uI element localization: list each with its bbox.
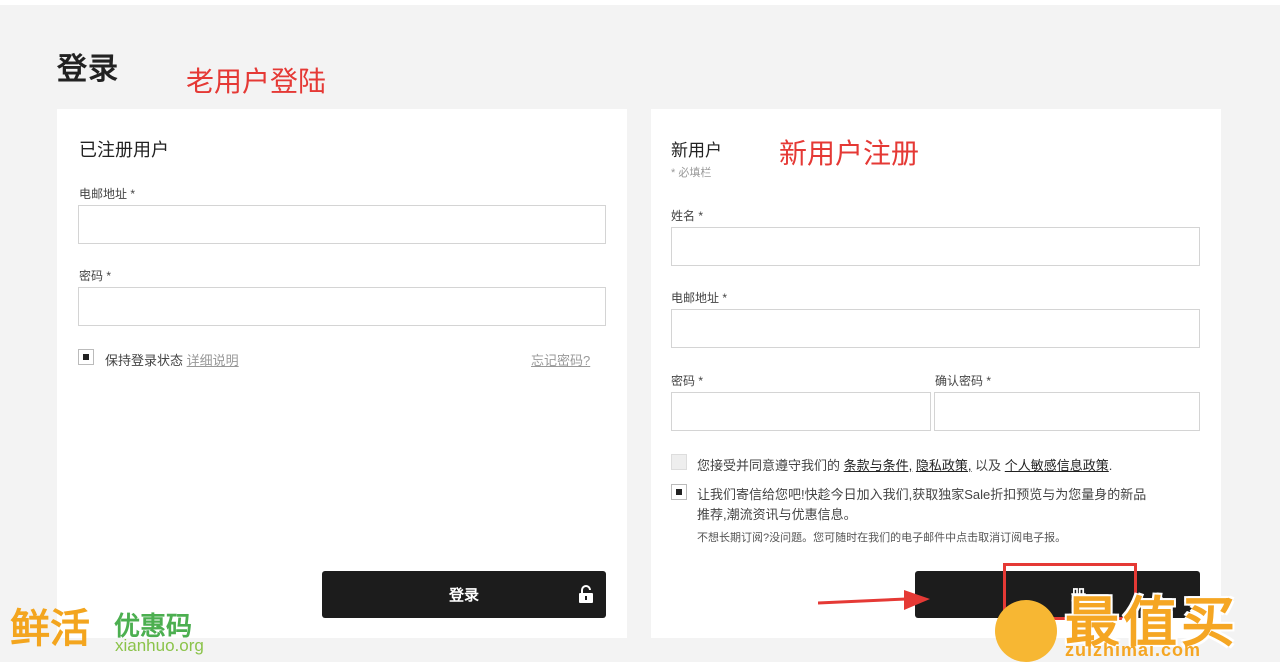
register-email-label: 电邮地址 * — [671, 291, 728, 305]
login-heading: 已注册用户 — [79, 140, 169, 160]
forgot-password-link[interactable]: 忘记密码? — [531, 350, 590, 369]
register-heading: 新用户 — [671, 141, 722, 160]
name-label: 姓名 * — [671, 209, 704, 223]
lock-icon — [579, 585, 593, 603]
register-password-label: 密码 * — [671, 374, 704, 388]
terms-link[interactable]: 条款与条件, — [844, 458, 913, 473]
login-password-label: 密码 * — [79, 269, 112, 283]
watermark-logo-icon — [995, 600, 1057, 662]
newsletter-note: 不想长期订阅?没问题。您可随时在我们的电子邮件中点击取消订阅电子报。 — [697, 532, 1067, 544]
register-email-field[interactable] — [671, 309, 1200, 348]
remember-checkbox[interactable] — [78, 349, 94, 365]
terms-suffix: . — [1108, 458, 1113, 473]
remember-label: 保持登录状态 — [105, 353, 184, 368]
watermark-left-big: 鲜活 — [10, 606, 90, 652]
login-password-field[interactable] — [78, 287, 606, 326]
watermark-right-url: zuizhimai.com — [1065, 640, 1202, 660]
login-button-label: 登录 — [448, 587, 479, 604]
remember-text: 保持登录状态 详细说明 — [105, 350, 239, 369]
arrow-right-icon — [818, 590, 930, 610]
required-note: * 必填栏 — [671, 167, 712, 179]
confirm-password-field[interactable] — [934, 392, 1200, 431]
register-card: 新用户 * 必填栏 姓名 * 电邮地址 * 密码 * 确认密码 * 您接受并同意… — [651, 109, 1221, 638]
login-button[interactable]: 登录 — [322, 571, 606, 618]
login-card: 已注册用户 电邮地址 * 密码 * 保持登录状态 详细说明 忘记密码? 登录 — [57, 109, 627, 638]
newsletter-checkbox[interactable] — [671, 484, 687, 500]
terms-checkbox[interactable] — [671, 454, 687, 470]
top-bar — [0, 0, 1280, 5]
watermark-left-url: xianhuo.org — [115, 636, 204, 655]
name-field[interactable] — [671, 227, 1200, 266]
newsletter-line1: 让我们寄信给您吧!快趁今日加入我们,获取独家Sale折扣预览与为您量身的新品 — [697, 487, 1147, 502]
terms-prefix: 您接受并同意遵守我们的 — [697, 458, 841, 473]
terms-and: 以及 — [975, 458, 1002, 473]
watermark-left: 鲜活 优惠码 xianhuo.org — [10, 596, 220, 658]
confirm-password-label: 确认密码 * — [935, 374, 992, 388]
page-title: 登录 — [57, 53, 119, 86]
annotation-old-user: 老用户登陆 — [186, 65, 327, 98]
terms-text: 您接受并同意遵守我们的 条款与条件, 隐私政策, 以及 个人敏感信息政策. — [697, 455, 1112, 474]
register-password-field[interactable] — [671, 392, 931, 431]
newsletter-line2: 推荐,潮流资讯与优惠信息。 — [697, 507, 857, 522]
login-email-label: 电邮地址 * — [79, 187, 136, 201]
watermark-right: 最值买 zuizhimai.com — [995, 578, 1280, 662]
login-email-field[interactable] — [78, 205, 606, 244]
details-link[interactable]: 详细说明 — [187, 353, 239, 368]
sensitive-info-link[interactable]: 个人敏感信息政策 — [1005, 458, 1109, 473]
privacy-link[interactable]: 隐私政策, — [916, 458, 972, 473]
annotation-new-user: 新用户注册 — [779, 137, 920, 170]
